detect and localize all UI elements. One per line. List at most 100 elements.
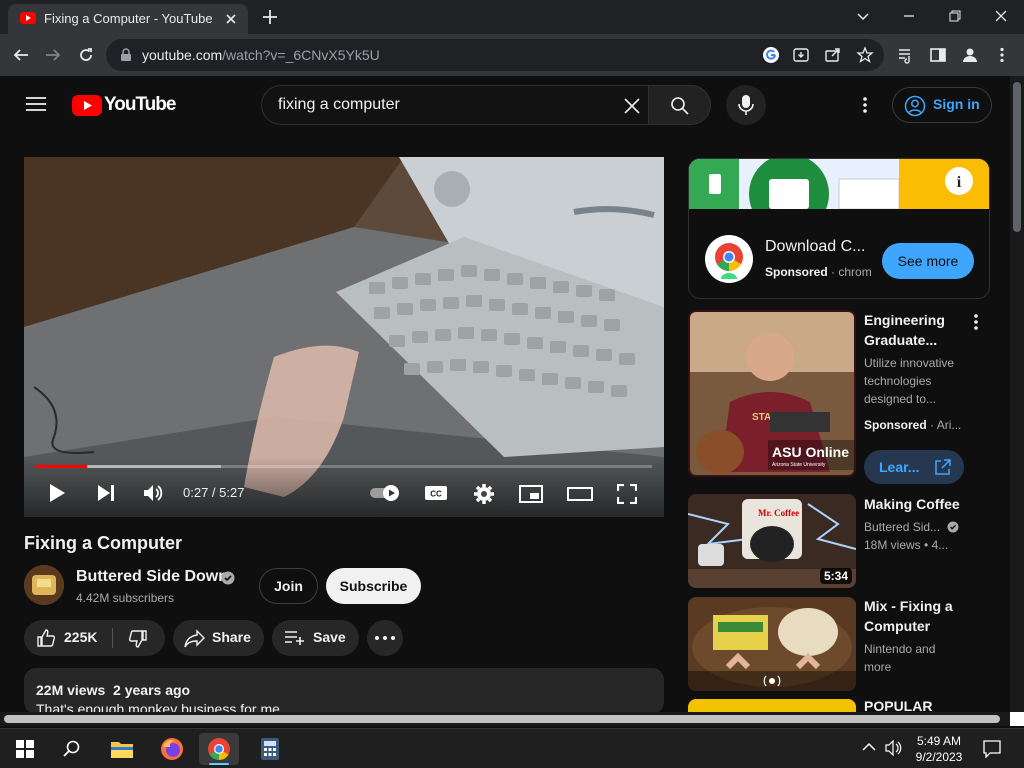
desc-line-3: designed to... xyxy=(864,392,937,406)
progress-bar[interactable] xyxy=(36,465,652,468)
url-text[interactable]: youtube.com/watch?v=_6CNvX5Yk5U xyxy=(142,47,380,63)
vertical-scrollbar[interactable] xyxy=(1010,76,1024,712)
vertical-scroll-thumb[interactable] xyxy=(1013,82,1021,232)
hamburger-menu-icon[interactable] xyxy=(26,96,46,112)
back-icon[interactable] xyxy=(12,46,30,64)
show-hidden-icons-icon[interactable] xyxy=(862,742,876,752)
horizontal-scrollbar[interactable] xyxy=(0,712,1010,726)
autoplay-toggle-icon[interactable] xyxy=(368,484,402,502)
browser-tab[interactable]: Fixing a Computer - YouTube xyxy=(8,4,248,34)
share-label: Share xyxy=(212,629,251,645)
firefox-button[interactable] xyxy=(152,733,192,765)
profile-icon[interactable] xyxy=(961,46,979,64)
learn-more-button[interactable]: Lear... xyxy=(864,450,964,484)
share-page-icon[interactable] xyxy=(824,46,842,64)
chrome-icon xyxy=(208,738,230,760)
mr-coffee-text: Mr. Coffee xyxy=(758,508,799,518)
next-video-icon[interactable] xyxy=(96,484,116,502)
video-duration: 5:34 xyxy=(819,568,852,584)
close-window-icon[interactable] xyxy=(994,9,1008,23)
account-circle-icon xyxy=(904,95,926,117)
notifications-icon[interactable] xyxy=(983,740,1001,758)
sidebar-item-title[interactable]: Making Coffee xyxy=(864,494,974,514)
voice-search-button[interactable] xyxy=(726,85,766,125)
ad-sponsored-label: Sponsored xyxy=(765,265,828,279)
media-controls-icon[interactable] xyxy=(897,46,915,64)
captions-icon[interactable]: CC xyxy=(424,485,448,501)
youtube-logo-text: YouTube xyxy=(104,94,176,115)
video-player[interactable]: 0:27 / 5:27 CC xyxy=(24,157,664,517)
youtube-favicon-icon xyxy=(20,12,36,24)
youtube-play-logo-icon xyxy=(72,95,102,116)
ad-title[interactable]: Download C... xyxy=(765,238,866,256)
reload-icon[interactable] xyxy=(77,46,95,64)
dislike-button[interactable] xyxy=(114,620,165,656)
volume-icon[interactable] xyxy=(142,483,164,503)
speaker-icon[interactable] xyxy=(885,740,903,756)
system-clock[interactable]: 5:49 AM 9/2/2023 xyxy=(908,733,970,765)
asu-brand-text: ASU Online xyxy=(772,444,849,460)
start-button[interactable] xyxy=(5,733,45,765)
channel-name-short: Buttered Sid... xyxy=(864,520,941,534)
share-button[interactable]: Share xyxy=(173,620,264,656)
item-more-icon[interactable] xyxy=(968,313,984,331)
svg-text:i: i xyxy=(957,174,962,191)
chrome-menu-icon[interactable] xyxy=(993,46,1011,64)
search-button[interactable] xyxy=(648,85,711,125)
sidebar-item-title[interactable]: POPULAR xyxy=(864,698,964,712)
play-icon[interactable] xyxy=(48,483,66,503)
bookmark-star-icon[interactable] xyxy=(856,46,874,64)
miniplayer-icon[interactable] xyxy=(519,485,543,503)
description-box[interactable]: 22M views 2 years ago That's enough monk… xyxy=(24,668,664,714)
fullscreen-icon[interactable] xyxy=(617,484,637,504)
subscribe-button[interactable]: Subscribe xyxy=(326,568,421,604)
more-actions-button[interactable] xyxy=(367,620,403,656)
save-button[interactable]: Save xyxy=(272,620,359,656)
minimize-icon[interactable] xyxy=(902,9,916,23)
channel-avatar[interactable] xyxy=(24,565,64,605)
url-path: /watch?v=_6CNvX5Yk5U xyxy=(222,47,380,63)
like-button[interactable]: 225K xyxy=(24,620,112,656)
clock-date: 9/2/2023 xyxy=(915,750,963,764)
install-app-icon[interactable] xyxy=(792,46,810,64)
see-more-button[interactable]: See more xyxy=(882,243,974,279)
mix-thumbnail-image xyxy=(688,597,856,691)
settings-gear-icon[interactable] xyxy=(473,483,495,505)
theater-mode-icon[interactable] xyxy=(567,485,593,503)
new-tab-icon[interactable] xyxy=(258,6,282,28)
chrome-taskbar-button[interactable] xyxy=(199,733,239,765)
forward-icon[interactable] xyxy=(44,46,62,64)
sidebar-thumbnail-mix[interactable] xyxy=(688,597,856,691)
desc-line-1: Nintendo and xyxy=(864,642,936,656)
calculator-button[interactable] xyxy=(250,733,290,765)
sidebar-thumbnail-popular[interactable] xyxy=(688,699,856,712)
restore-window-icon[interactable] xyxy=(948,9,962,23)
lock-icon[interactable] xyxy=(120,48,132,62)
tab-search-chevron-icon[interactable] xyxy=(856,9,870,23)
address-bar[interactable]: youtube.com/watch?v=_6CNvX5Yk5U xyxy=(106,39,884,71)
sidebar-item-description: Nintendo and more xyxy=(864,640,964,676)
join-button[interactable]: Join xyxy=(259,568,318,604)
channel-name[interactable]: Buttered Side Down xyxy=(76,568,228,586)
player-controls: 0:27 / 5:27 CC xyxy=(24,457,664,517)
sidebar-item-stats: 18M views • 4... xyxy=(864,538,949,552)
taskbar-search-button[interactable] xyxy=(52,733,92,765)
sign-in-button[interactable]: Sign in xyxy=(892,87,992,123)
sidebar-thumbnail-coffee[interactable]: Mr. Coffee 5:34 xyxy=(688,494,856,588)
google-icon[interactable] xyxy=(762,46,780,64)
search-icon xyxy=(63,740,80,757)
sidebar-item-title[interactable]: Mix - Fixing a Computer xyxy=(864,596,984,636)
side-panel-icon[interactable] xyxy=(929,46,947,64)
settings-more-icon[interactable] xyxy=(857,96,873,114)
chrome-logo-icon xyxy=(705,235,753,283)
youtube-logo[interactable]: YouTube xyxy=(72,94,176,116)
horizontal-scroll-thumb[interactable] xyxy=(4,715,1000,723)
close-tab-icon[interactable] xyxy=(222,10,240,28)
folder-icon xyxy=(111,742,133,758)
clear-search-icon[interactable] xyxy=(622,96,642,116)
file-explorer-button[interactable] xyxy=(102,733,142,765)
sponsored-ad-card[interactable]: i Download C... Sponsored · chrom See mo… xyxy=(688,158,990,299)
sidebar-thumbnail-asu[interactable]: STATE ASU Online Arizona State Universit… xyxy=(688,310,856,477)
sidebar-item-title[interactable]: Engineering Graduate... xyxy=(864,310,964,350)
search-input[interactable]: fixing a computer xyxy=(261,85,649,125)
